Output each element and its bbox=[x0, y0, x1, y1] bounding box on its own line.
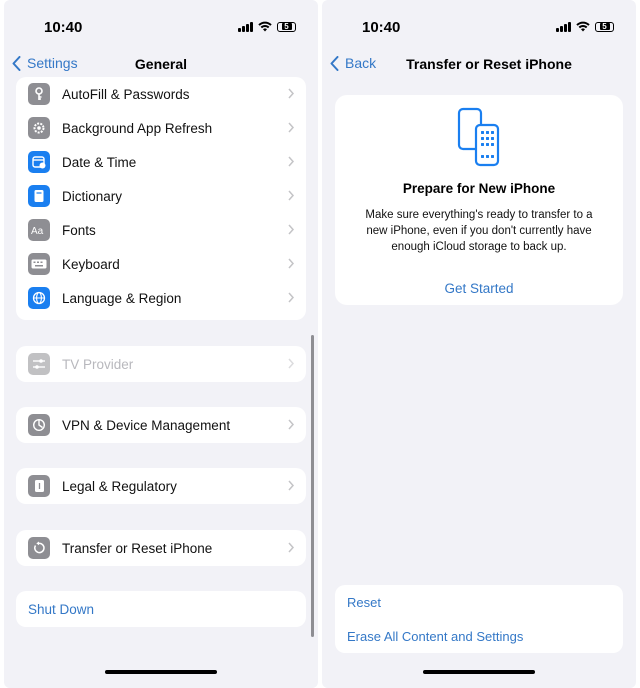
page-title: General bbox=[134, 56, 188, 72]
settings-row-label: TV Provider bbox=[62, 356, 134, 372]
settings-row-label: AutoFill & Passwords bbox=[62, 86, 190, 102]
globe-icon bbox=[28, 287, 50, 309]
chevron-right-icon bbox=[288, 358, 294, 369]
battery-icon: 5 bbox=[595, 21, 614, 32]
home-indicator[interactable] bbox=[423, 670, 535, 674]
gear-icon bbox=[28, 414, 50, 436]
reset-options-group: Reset Erase All Content and Settings bbox=[335, 585, 623, 653]
battery-icon: 5 bbox=[277, 21, 296, 32]
book-icon bbox=[28, 185, 50, 207]
settings-row-label: Legal & Regulatory bbox=[62, 478, 177, 494]
status-bar: 10:40 5 bbox=[322, 0, 636, 50]
chevron-right-icon bbox=[288, 190, 294, 201]
key-icon bbox=[28, 83, 50, 105]
settings-row-fonts[interactable]: Aa Fonts bbox=[16, 213, 306, 247]
chevron-right-icon bbox=[288, 419, 294, 430]
chevron-right-icon bbox=[288, 122, 294, 133]
settings-row-language-region[interactable]: Language & Region bbox=[16, 281, 306, 315]
settings-row-tv-provider: TV Provider bbox=[16, 346, 306, 382]
chevron-right-icon bbox=[288, 88, 294, 99]
settings-group-general: AutoFill & Passwords Background App Refr… bbox=[16, 77, 306, 320]
shut-down-label: Shut Down bbox=[28, 601, 95, 617]
settings-row-label: Language & Region bbox=[62, 290, 182, 306]
aa-icon: Aa bbox=[28, 219, 50, 241]
cellular-signal-icon bbox=[238, 21, 253, 32]
card-description: Make sure everything's ready to transfer… bbox=[365, 209, 593, 253]
scrollbar[interactable] bbox=[311, 335, 314, 637]
card-title: Prepare for New iPhone bbox=[402, 181, 556, 196]
status-icons: 5 bbox=[238, 21, 296, 32]
settings-row-keyboard[interactable]: Keyboard bbox=[16, 247, 306, 281]
status-time: 10:40 bbox=[362, 19, 401, 36]
settings-group-vpn: VPN & Device Management bbox=[16, 407, 306, 443]
settings-row-transfer-reset[interactable]: Transfer or Reset iPhone bbox=[16, 530, 306, 566]
reset-button[interactable]: Reset bbox=[347, 595, 381, 610]
cellular-signal-icon bbox=[556, 21, 571, 32]
settings-row-label: Transfer or Reset iPhone bbox=[62, 540, 213, 556]
home-indicator[interactable] bbox=[105, 670, 217, 674]
settings-row-label: Dictionary bbox=[62, 188, 123, 204]
prepare-new-iphone-card: Prepare for New iPhone Make sure everyth… bbox=[335, 95, 623, 305]
battery-level: 5 bbox=[281, 22, 292, 30]
settings-row-background-app-refresh[interactable]: Background App Refresh bbox=[16, 111, 306, 145]
settings-group-shutdown: Shut Down bbox=[16, 591, 306, 627]
chevron-right-icon bbox=[288, 292, 294, 303]
settings-row-label: Date & Time bbox=[62, 154, 137, 170]
svg-text:Aa: Aa bbox=[31, 226, 44, 236]
sliders-icon bbox=[28, 353, 50, 375]
transfer-reset-screen: 10:40 5 Back Transfer or Reset iPhone Pr… bbox=[322, 0, 636, 688]
reset-icon bbox=[28, 537, 50, 559]
nav-bar: Back Transfer or Reset iPhone bbox=[322, 50, 636, 80]
settings-row-legal-regulatory[interactable]: Legal & Regulatory bbox=[16, 468, 306, 504]
status-time: 10:40 bbox=[44, 19, 83, 36]
page-title: Transfer or Reset iPhone bbox=[406, 56, 572, 72]
general-settings-screen: 10:40 5 Settings General AutoFill & Pass… bbox=[4, 0, 318, 688]
settings-group-legal: Legal & Regulatory bbox=[16, 468, 306, 504]
wifi-icon bbox=[576, 21, 590, 32]
settings-row-label: Keyboard bbox=[62, 256, 120, 272]
settings-row-vpn-device-management[interactable]: VPN & Device Management bbox=[16, 407, 306, 443]
chevron-right-icon bbox=[288, 224, 294, 235]
nav-bar: Settings General bbox=[4, 50, 318, 80]
settings-row-dictionary[interactable]: Dictionary bbox=[16, 179, 306, 213]
calendar-clock-icon bbox=[28, 151, 50, 173]
settings-group-transfer: Transfer or Reset iPhone bbox=[16, 530, 306, 566]
keyboard-icon bbox=[28, 253, 50, 275]
settings-row-label: Fonts bbox=[62, 222, 96, 238]
gear-icon bbox=[28, 117, 50, 139]
status-bar: 10:40 5 bbox=[4, 0, 318, 50]
settings-row-label: VPN & Device Management bbox=[62, 417, 231, 433]
settings-row-label: Background App Refresh bbox=[62, 120, 213, 136]
get-started-button[interactable]: Get Started bbox=[335, 281, 623, 296]
settings-row-date-time[interactable]: Date & Time bbox=[16, 145, 306, 179]
two-phones-icon bbox=[457, 107, 500, 167]
shut-down-button[interactable]: Shut Down bbox=[16, 591, 306, 627]
erase-all-content-button[interactable]: Erase All Content and Settings bbox=[347, 629, 523, 644]
document-icon bbox=[28, 475, 50, 497]
settings-row-autofill[interactable]: AutoFill & Passwords bbox=[16, 77, 306, 111]
chevron-right-icon bbox=[288, 258, 294, 269]
wifi-icon bbox=[258, 21, 272, 32]
chevron-right-icon bbox=[288, 542, 294, 553]
chevron-right-icon bbox=[288, 156, 294, 167]
chevron-right-icon bbox=[288, 480, 294, 491]
status-icons: 5 bbox=[556, 21, 614, 32]
battery-level: 5 bbox=[599, 22, 610, 30]
settings-group-tv-provider: TV Provider bbox=[16, 346, 306, 382]
